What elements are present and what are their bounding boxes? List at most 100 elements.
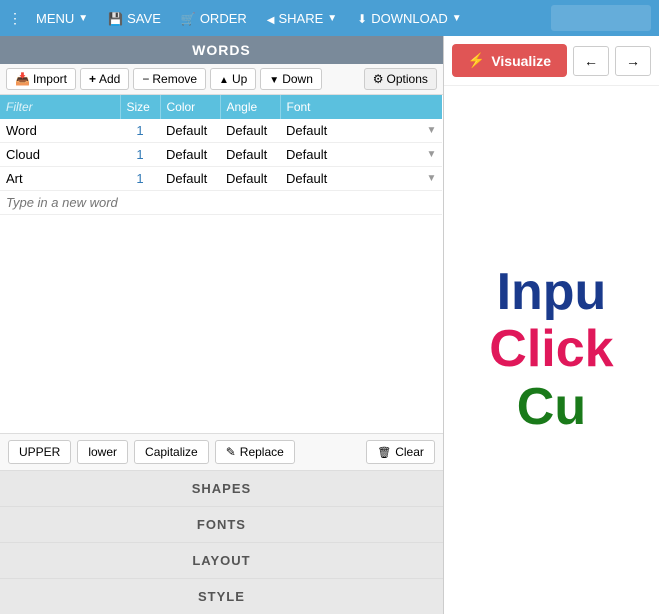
save-icon (108, 11, 123, 26)
remove-icon (142, 72, 149, 86)
preview-word-2: Click (489, 321, 613, 378)
size-cell[interactable]: 1 (120, 119, 160, 143)
word-cell[interactable]: Art (0, 167, 120, 191)
angle-cell[interactable]: Default (220, 167, 280, 191)
word-value: Word (6, 123, 37, 138)
font-value: Default (286, 123, 327, 138)
words-table-container: Size Color Angle Font (0, 95, 443, 433)
visualize-icon (468, 52, 485, 69)
up-button[interactable]: Up (210, 68, 256, 90)
menu-icon (8, 10, 22, 27)
size-cell[interactable]: 1 (120, 167, 160, 191)
shapes-section-button[interactable]: SHAPES (0, 470, 443, 506)
size-value: 1 (136, 171, 143, 186)
new-word-cell[interactable] (0, 191, 442, 215)
lower-button[interactable]: lower (77, 440, 128, 464)
import-icon (15, 72, 30, 86)
download-button[interactable]: DOWNLOAD ▼ (349, 7, 470, 30)
size-header-label: Size (127, 100, 150, 114)
menu-button[interactable]: MENU ▼ (28, 7, 96, 30)
down-button[interactable]: Down (260, 68, 322, 90)
download-label: DOWNLOAD (371, 11, 448, 26)
word-cell[interactable]: Word (0, 119, 120, 143)
dropdown-arrow-icon: ▼ (426, 149, 436, 160)
size-value: 1 (136, 147, 143, 162)
size-column-header: Size (120, 95, 160, 119)
style-label: STYLE (198, 589, 245, 604)
down-icon (269, 72, 279, 86)
font-value: Default (286, 147, 327, 162)
font-header-label: Font (287, 100, 311, 114)
lower-label: lower (88, 445, 117, 459)
angle-header-label: Angle (227, 100, 258, 114)
capitalize-label: Capitalize (145, 445, 198, 459)
filter-column-header (0, 95, 120, 119)
new-word-input[interactable] (6, 195, 436, 210)
font-cell[interactable]: Default ▼ (280, 167, 442, 191)
visualize-button[interactable]: Visualize (452, 44, 567, 77)
save-button[interactable]: SAVE (100, 7, 169, 30)
upper-button[interactable]: UPPER (8, 440, 71, 464)
layout-section-button[interactable]: LAYOUT (0, 542, 443, 578)
visualize-toolbar: Visualize ← → (444, 36, 659, 86)
save-label: SAVE (127, 11, 161, 26)
replace-button[interactable]: Replace (215, 440, 295, 464)
share-icon (267, 11, 275, 26)
color-value: Default (166, 147, 207, 162)
size-cell[interactable]: 1 (120, 143, 160, 167)
remove-button[interactable]: Remove (133, 68, 206, 90)
replace-icon (226, 445, 236, 459)
import-label: Import (33, 72, 67, 86)
color-cell[interactable]: Default (160, 143, 220, 167)
clear-button[interactable]: Clear (366, 440, 435, 464)
undo-button[interactable]: ← (573, 46, 609, 76)
preview-word-3: Cu (517, 379, 586, 436)
add-button[interactable]: Add (80, 68, 129, 90)
share-button[interactable]: SHARE ▼ (259, 7, 345, 30)
style-section-button[interactable]: STYLE (0, 578, 443, 614)
redo-icon: → (626, 53, 640, 69)
words-toolbar: Import Add Remove Up Down Options (0, 64, 443, 95)
size-value: 1 (136, 123, 143, 138)
font-cell[interactable]: Default ▼ (280, 143, 442, 167)
left-panel: WORDS Import Add Remove Up Down (0, 36, 444, 614)
table-row: Cloud 1 Default Default (0, 143, 442, 167)
down-label: Down (282, 72, 313, 86)
word-cell[interactable]: Cloud (0, 143, 120, 167)
font-cell[interactable]: Default ▼ (280, 119, 442, 143)
color-cell[interactable]: Default (160, 119, 220, 143)
fonts-label: FONTS (197, 517, 246, 532)
filter-input[interactable] (6, 100, 114, 114)
add-label: Add (99, 72, 120, 86)
capitalize-button[interactable]: Capitalize (134, 440, 209, 464)
new-word-row[interactable] (0, 191, 442, 215)
options-button[interactable]: Options (364, 68, 437, 90)
font-value: Default (286, 171, 327, 186)
color-value: Default (166, 171, 207, 186)
undo-icon: ← (584, 53, 598, 69)
preview-word-3-text: Cu (517, 378, 586, 436)
order-button[interactable]: ORDER (173, 7, 255, 30)
color-column-header: Color (160, 95, 220, 119)
font-column-header: Font (280, 95, 442, 119)
angle-value: Default (226, 123, 267, 138)
words-header: WORDS (0, 36, 443, 64)
angle-cell[interactable]: Default (220, 143, 280, 167)
fonts-section-button[interactable]: FONTS (0, 506, 443, 542)
share-label: SHARE (278, 11, 323, 26)
redo-button[interactable]: → (615, 46, 651, 76)
add-icon (89, 72, 96, 86)
preview-word-1: Inpu (497, 264, 607, 321)
visualize-label: Visualize (491, 53, 551, 69)
table-row: Word 1 Default Default (0, 119, 442, 143)
download-area (551, 5, 651, 31)
clear-label: Clear (395, 445, 424, 459)
main-content: WORDS Import Add Remove Up Down (0, 36, 659, 614)
angle-value: Default (226, 171, 267, 186)
angle-cell[interactable]: Default (220, 119, 280, 143)
cart-icon (181, 11, 196, 26)
dropdown-arrow-icon: ▼ (426, 173, 436, 184)
preview-word-2-text: Click (489, 320, 613, 378)
import-button[interactable]: Import (6, 68, 76, 90)
color-cell[interactable]: Default (160, 167, 220, 191)
